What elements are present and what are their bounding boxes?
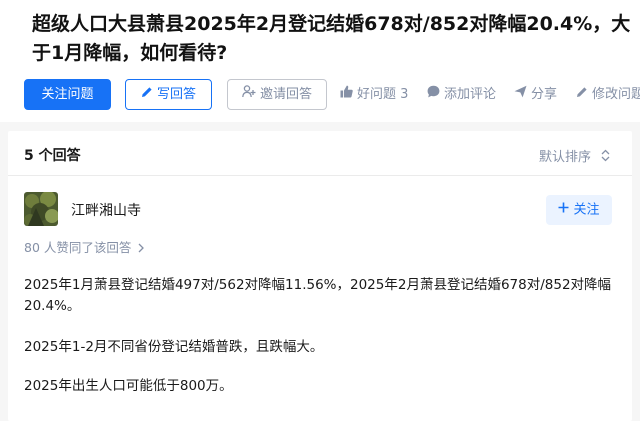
good-question-button[interactable]: 好问题 3 [340,79,408,110]
follow-question-button[interactable]: 关注问题 [24,79,111,110]
follow-author-label: 关注 [573,202,600,218]
write-answer-label: 写回答 [156,87,196,102]
answer-paragraph: 2025年1-2月不同省份登记结婚普跌，且跌幅大。 [24,339,324,355]
answers-card: 5 个回答 默认排序 江畔湘山寺 关注 80 人赞同了该回答 2025年1月萧县… [8,131,632,421]
add-comment-button[interactable]: 添加评论 [427,79,496,110]
plus-icon [558,195,569,225]
question-header: 超级人口大县萧县2025年2月登记结婚678对/852对降幅20.4%，大于1月… [0,0,640,122]
share-label: 分享 [531,87,558,102]
write-answer-button[interactable]: 写回答 [125,79,212,110]
chevron-right-icon [138,241,145,256]
question-title: 超级人口大县萧县2025年2月登记结婚678对/852对降幅20.4%，大于1月… [32,13,631,64]
answer-count: 5 个回答 [24,148,81,164]
divider [8,175,632,176]
share-button[interactable]: 分享 [514,79,557,110]
answer-paragraph: 2025年1月萧县登记结婚497对/562对降幅11.56%，2025年2月萧县… [24,277,612,314]
add-comment-label: 添加评论 [444,87,497,102]
pencil-icon [576,79,588,110]
vote-count-label: 80 人赞同了该回答 [24,240,132,255]
edit-question-label: 修改问题 [592,87,640,102]
share-icon [514,79,527,110]
good-question-label: 好问题 3 [357,87,409,102]
vote-count: 80 人赞同了该回答 [24,237,145,256]
invite-answer-label: 邀请回答 [259,87,312,102]
add-user-icon [242,80,256,109]
chevron-up-down-icon [601,149,610,166]
invite-answer-button[interactable]: 邀请回答 [227,79,327,110]
answer-paragraph: 2025年出生人口可能低于800万。 [24,378,233,394]
avatar[interactable] [24,192,58,226]
comment-icon [427,79,440,110]
thumbs-up-icon [340,79,353,110]
sort-label: 默认排序 [539,150,592,165]
author-name[interactable]: 江畔湘山寺 [71,200,141,220]
follow-author-button[interactable]: 关注 [546,195,612,225]
edit-question-button[interactable]: 修改问题 [576,79,640,110]
sort-dropdown[interactable]: 默认排序 [539,146,610,166]
pencil-icon [141,80,153,109]
